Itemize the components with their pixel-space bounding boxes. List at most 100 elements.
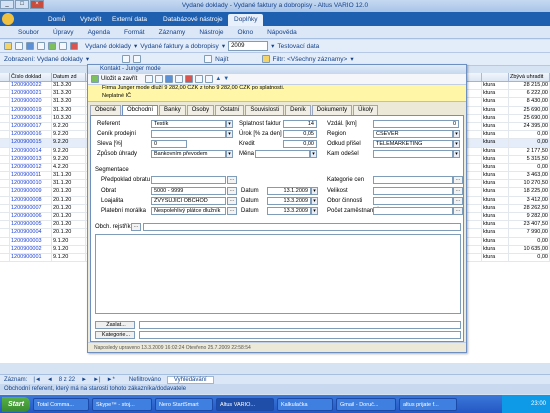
vzdalenost-field[interactable]: 0 <box>373 120 459 128</box>
open-icon[interactable] <box>4 42 12 50</box>
menu-zaznamy[interactable]: Záznamy <box>159 29 186 36</box>
moralka-date-field[interactable]: 13.3.2009 <box>267 207 311 215</box>
agenda-select[interactable]: Vydané doklady <box>85 43 131 50</box>
taskbar-item[interactable]: Total Comma... <box>32 397 89 411</box>
taskbar-item[interactable]: altus prijate f... <box>398 397 457 411</box>
column-header[interactable]: Zbývá uhradit <box>509 73 550 81</box>
menu-nastroje[interactable]: Nástroje <box>199 29 223 36</box>
predpoklad-field[interactable] <box>151 176 226 184</box>
chevron-down-icon[interactable]: ▾ <box>310 150 317 158</box>
column-header[interactable]: Číslo doklad <box>10 73 52 81</box>
filter-select[interactable]: Filtr: <Všechny záznamy> <box>273 56 348 63</box>
year-select[interactable]: 2009 <box>228 41 269 51</box>
notes-area[interactable] <box>95 234 461 314</box>
obrat-field[interactable]: 5000 - 9999 <box>151 187 226 195</box>
urok-field[interactable]: 0,05 <box>283 130 317 138</box>
new-record-icon[interactable]: ►* <box>107 377 115 383</box>
save-icon[interactable] <box>15 42 23 50</box>
last-record-icon[interactable]: ►| <box>93 377 101 383</box>
chevron-down-icon[interactable]: ▾ <box>226 130 233 138</box>
search-box[interactable]: Vyhledávání <box>166 375 214 384</box>
menu-napoveda[interactable]: Nápověda <box>267 29 297 36</box>
obrat-picker-button[interactable]: ... <box>227 187 237 195</box>
kategorie-cen-picker-button[interactable]: ... <box>453 176 463 184</box>
office-button[interactable] <box>2 13 14 25</box>
kam-odesel-field[interactable] <box>373 150 453 158</box>
delete-icon[interactable] <box>185 75 194 83</box>
tab-ostatni[interactable]: Ostatní <box>215 105 245 115</box>
preview-icon[interactable] <box>37 42 45 50</box>
chevron-down-icon[interactable]: ▾ <box>134 42 137 50</box>
sleva-field[interactable]: 0 <box>151 140 187 148</box>
pocet-zamestnancu-field[interactable] <box>373 207 453 215</box>
filter-status[interactable]: Nefiltrováno <box>129 377 161 383</box>
menu-okno[interactable]: Okno <box>238 29 254 36</box>
menu-agenda[interactable]: Agenda <box>88 29 110 36</box>
chevron-down-icon[interactable]: ▾ <box>86 55 89 63</box>
loajalita-picker-button[interactable]: ... <box>227 197 237 205</box>
menu-format[interactable]: Formát <box>124 29 145 36</box>
sort-icon[interactable] <box>133 55 142 63</box>
test-data-label[interactable]: Testovací data <box>277 43 319 50</box>
chevron-down-icon[interactable]: ▾ <box>453 140 460 148</box>
taskbar-item[interactable]: Skype™ - stoj... <box>91 397 152 411</box>
loajalita-date-field[interactable]: 13.3.2009 <box>267 197 311 205</box>
chevron-down-icon[interactable]: ▾ <box>453 130 460 138</box>
print-icon[interactable] <box>26 42 34 50</box>
start-button[interactable]: Start <box>2 396 30 412</box>
chevron-down-icon[interactable]: ▾ <box>226 120 233 128</box>
chevron-down-icon[interactable]: ▾ <box>311 207 318 215</box>
moralka-picker-button[interactable]: ... <box>227 207 237 215</box>
tab-dokumenty[interactable]: Dokumenty <box>311 105 353 115</box>
tab-doplnky[interactable]: Doplňky <box>228 14 264 26</box>
prev-record-icon[interactable]: ◄ <box>47 377 53 383</box>
find-button[interactable]: Najít <box>215 56 228 63</box>
chevron-down-icon[interactable]: ▾ <box>271 42 274 50</box>
odkud-prisel-field[interactable]: TELEMARKETING <box>373 140 453 148</box>
taskbar-item[interactable]: Kalkulačka <box>276 397 333 411</box>
chevron-down-icon[interactable]: ▾ <box>226 150 233 158</box>
obor-field[interactable] <box>373 197 453 205</box>
referent-field[interactable]: Testík <box>151 120 226 128</box>
obor-picker-button[interactable]: ... <box>453 197 463 205</box>
kategorie-field[interactable] <box>139 331 461 339</box>
zaslat-field[interactable] <box>139 321 461 329</box>
refresh-icon[interactable] <box>122 55 131 63</box>
tab-souvislosti[interactable]: Souvislosti <box>245 105 285 115</box>
copy-icon[interactable] <box>59 42 67 50</box>
velikost-picker-button[interactable]: ... <box>453 187 463 195</box>
find-icon[interactable] <box>204 55 213 63</box>
pocet-picker-button[interactable]: ... <box>453 207 463 215</box>
mena-field[interactable] <box>255 150 310 158</box>
first-record-icon[interactable]: |◄ <box>33 377 41 383</box>
kategorie-button[interactable]: Kategorie... <box>95 331 135 339</box>
loajalita-field[interactable]: ZVYŠUJÍCÍ OBCHOD <box>151 197 226 205</box>
save-icon[interactable] <box>91 75 99 83</box>
predpoklad-picker-button[interactable]: ... <box>227 176 237 184</box>
taskbar-item[interactable]: Altus VARIO... <box>215 397 274 411</box>
rejstrik-picker-button[interactable]: ... <box>131 223 141 231</box>
chevron-down-icon[interactable]: ▾ <box>311 197 318 205</box>
tab-banky[interactable]: Banky <box>159 105 186 115</box>
print-icon[interactable] <box>165 75 174 83</box>
next-record-icon[interactable]: ► <box>81 377 87 383</box>
undo-icon[interactable] <box>145 75 154 83</box>
velikost-field[interactable] <box>373 187 453 195</box>
chevron-down-icon[interactable]: ▾ <box>453 150 460 158</box>
new-icon[interactable] <box>48 42 56 50</box>
moralka-field[interactable]: Nespolehlivý plátce dlužník <box>151 207 226 215</box>
column-header[interactable]: Datum zd <box>52 73 86 81</box>
cenik-field[interactable] <box>151 130 226 138</box>
menu-upravy[interactable]: Úpravy <box>53 29 74 36</box>
tab-databazove-nastroje[interactable]: Databázové nástroje <box>157 14 229 26</box>
chevron-down-icon[interactable]: ▾ <box>222 42 225 50</box>
refresh-icon[interactable] <box>205 75 214 83</box>
tab-vytvorit[interactable]: Vytvořit <box>74 14 107 26</box>
new-icon[interactable] <box>155 75 164 83</box>
zaslat-button[interactable]: Zaslat... <box>95 321 135 329</box>
delete-icon[interactable] <box>70 42 78 50</box>
taskbar-item[interactable]: Gmail - Doruč... <box>335 397 396 411</box>
tab-domu[interactable]: Domů <box>42 14 71 26</box>
zpusob-uhrady-field[interactable]: Bankovním převodem <box>151 150 226 158</box>
record-position[interactable]: 8 z 22 <box>59 377 75 383</box>
